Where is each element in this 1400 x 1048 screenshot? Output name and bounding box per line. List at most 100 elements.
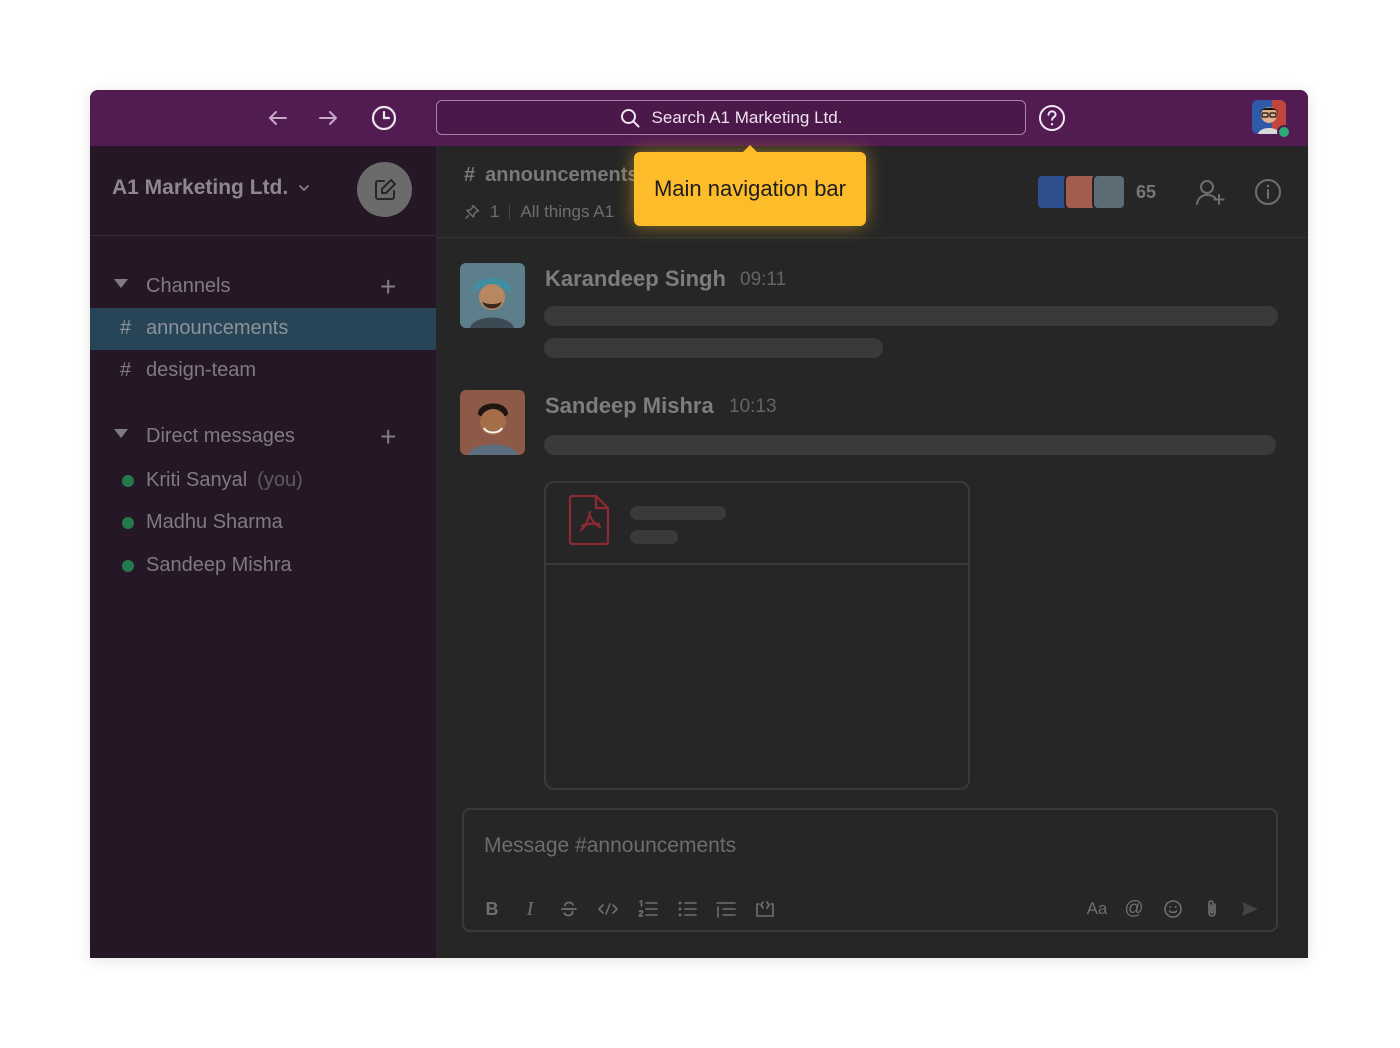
compose-button[interactable] xyxy=(357,162,412,217)
bulleted-list-button[interactable] xyxy=(673,896,701,922)
message-time[interactable]: 09:11 xyxy=(740,269,786,291)
presence-indicator xyxy=(1277,125,1291,139)
presence-dot xyxy=(122,517,134,529)
hash-icon: # xyxy=(464,164,476,186)
pin-icon[interactable] xyxy=(464,204,480,220)
paperclip-icon xyxy=(1208,900,1216,917)
channels-section-header: Channels + xyxy=(90,271,436,305)
dm-you-label: (you) xyxy=(257,469,303,491)
code-button[interactable] xyxy=(594,896,622,922)
send-button[interactable] xyxy=(1236,896,1264,922)
presence-dot xyxy=(122,475,134,487)
workspace-header: A1 Marketing Ltd. xyxy=(90,146,436,236)
emoji-icon xyxy=(1164,900,1182,918)
members-button[interactable]: 65 xyxy=(1036,174,1156,210)
search-placeholder: Search A1 Marketing Ltd. xyxy=(651,107,843,127)
emoji-button[interactable] xyxy=(1159,896,1187,922)
code-block-button[interactable] xyxy=(751,896,779,922)
search-bar[interactable]: Search A1 Marketing Ltd. xyxy=(436,100,1026,135)
channels-heading[interactable]: Channels xyxy=(146,275,231,298)
dm-heading[interactable]: Direct messages xyxy=(146,425,295,448)
add-dm-button[interactable]: + xyxy=(380,423,396,451)
caret-down-icon[interactable] xyxy=(114,279,128,288)
message-author[interactable]: Karandeep Singh xyxy=(545,266,726,292)
code-block-icon xyxy=(756,901,774,917)
file-attachment[interactable] xyxy=(544,481,970,790)
ordered-list-button[interactable] xyxy=(634,896,662,922)
main-navigation-bar: Search A1 Marketing Ltd. xyxy=(90,90,1308,146)
dm-name: Madhu Sharma xyxy=(146,511,283,533)
add-channel-button[interactable]: + xyxy=(380,273,396,301)
avatar-image xyxy=(460,263,525,328)
message-line-placeholder xyxy=(544,435,1276,455)
back-arrow-icon xyxy=(269,111,287,125)
history-icon xyxy=(371,105,397,131)
divider xyxy=(509,204,511,220)
avatar[interactable] xyxy=(460,263,525,328)
italic-button[interactable]: I xyxy=(516,896,544,922)
dm-section-header: Direct messages + xyxy=(90,421,436,455)
sidebar-item-announcements[interactable]: # announcements xyxy=(90,308,436,350)
help-button[interactable] xyxy=(1038,104,1066,132)
avatar[interactable] xyxy=(460,390,525,455)
code-icon xyxy=(598,903,618,915)
channel-title-text: announcements xyxy=(485,164,639,186)
back-button[interactable] xyxy=(263,103,293,133)
message-input-placeholder[interactable]: Message #announcements xyxy=(484,834,736,858)
send-icon xyxy=(1242,902,1258,916)
hash-icon: # xyxy=(120,359,132,381)
search-icon xyxy=(620,108,640,127)
tooltip-text: Main navigation bar xyxy=(653,176,846,201)
channel-meta: 1 All things A1 xyxy=(464,202,614,222)
channel-details-button[interactable] xyxy=(1252,176,1284,208)
pin-count[interactable]: 1 xyxy=(490,202,499,222)
channel-title[interactable]: # announcements xyxy=(464,164,638,187)
channel-view: # announcements 1 All things A1 65 Karan… xyxy=(436,146,1308,958)
channel-topic[interactable]: All things A1 xyxy=(520,202,614,222)
sidebar-item-sandeep-mishra[interactable]: Sandeep Mishra xyxy=(90,544,436,586)
indent-icon xyxy=(716,902,736,918)
hash-icon: # xyxy=(120,317,132,339)
add-people-button[interactable] xyxy=(1194,176,1226,208)
indent-button[interactable] xyxy=(712,896,740,922)
avatar-image xyxy=(460,390,525,455)
dm-name: Kriti Sanyal xyxy=(146,469,248,491)
ordered-list-icon xyxy=(638,900,658,917)
file-name-placeholder xyxy=(630,506,726,520)
history-button[interactable] xyxy=(369,103,399,133)
chevron-down-icon xyxy=(299,185,309,192)
message-composer[interactable]: Message #announcements B I Aa @ xyxy=(462,808,1278,932)
compose-icon xyxy=(374,178,396,200)
forward-button[interactable] xyxy=(313,103,343,133)
bulleted-list-icon xyxy=(678,901,697,917)
workspace-name: A1 Marketing Ltd. xyxy=(112,176,289,199)
channel-name: design-team xyxy=(146,359,257,381)
message-time[interactable]: 10:13 xyxy=(729,396,777,418)
caret-down-icon[interactable] xyxy=(114,429,128,438)
file-attachment-header xyxy=(546,483,968,565)
file-size-placeholder xyxy=(630,530,678,544)
sidebar: A1 Marketing Ltd. Channels + # announcem… xyxy=(90,146,436,958)
message-author[interactable]: Sandeep Mishra xyxy=(545,393,714,419)
forward-arrow-icon xyxy=(319,111,337,125)
help-icon xyxy=(1039,105,1065,131)
mention-button[interactable]: @ xyxy=(1120,896,1148,922)
strikethrough-button[interactable] xyxy=(555,896,583,922)
dm-name: Sandeep Mishra xyxy=(146,554,292,576)
formatting-toggle-button[interactable]: Aa xyxy=(1081,896,1113,922)
message-line-placeholder xyxy=(544,338,883,358)
sidebar-item-kriti-sanyal[interactable]: Kriti Sanyal (you) xyxy=(90,459,436,501)
strikethrough-icon xyxy=(561,901,577,917)
attach-button[interactable] xyxy=(1198,896,1226,922)
channel-header: # announcements 1 All things A1 65 xyxy=(436,146,1308,238)
bold-button[interactable]: B xyxy=(478,896,506,922)
workspace-menu[interactable]: A1 Marketing Ltd. xyxy=(112,176,310,200)
member-count: 65 xyxy=(1136,181,1157,202)
pdf-file-icon xyxy=(568,494,610,546)
info-icon xyxy=(1255,179,1281,205)
sidebar-item-design-team[interactable]: # design-team xyxy=(90,350,436,392)
message-line-placeholder xyxy=(544,306,1278,326)
channel-name: announcements xyxy=(146,317,289,339)
sidebar-item-madhu-sharma[interactable]: Madhu Sharma xyxy=(90,501,436,543)
member-avatar xyxy=(1092,174,1126,210)
